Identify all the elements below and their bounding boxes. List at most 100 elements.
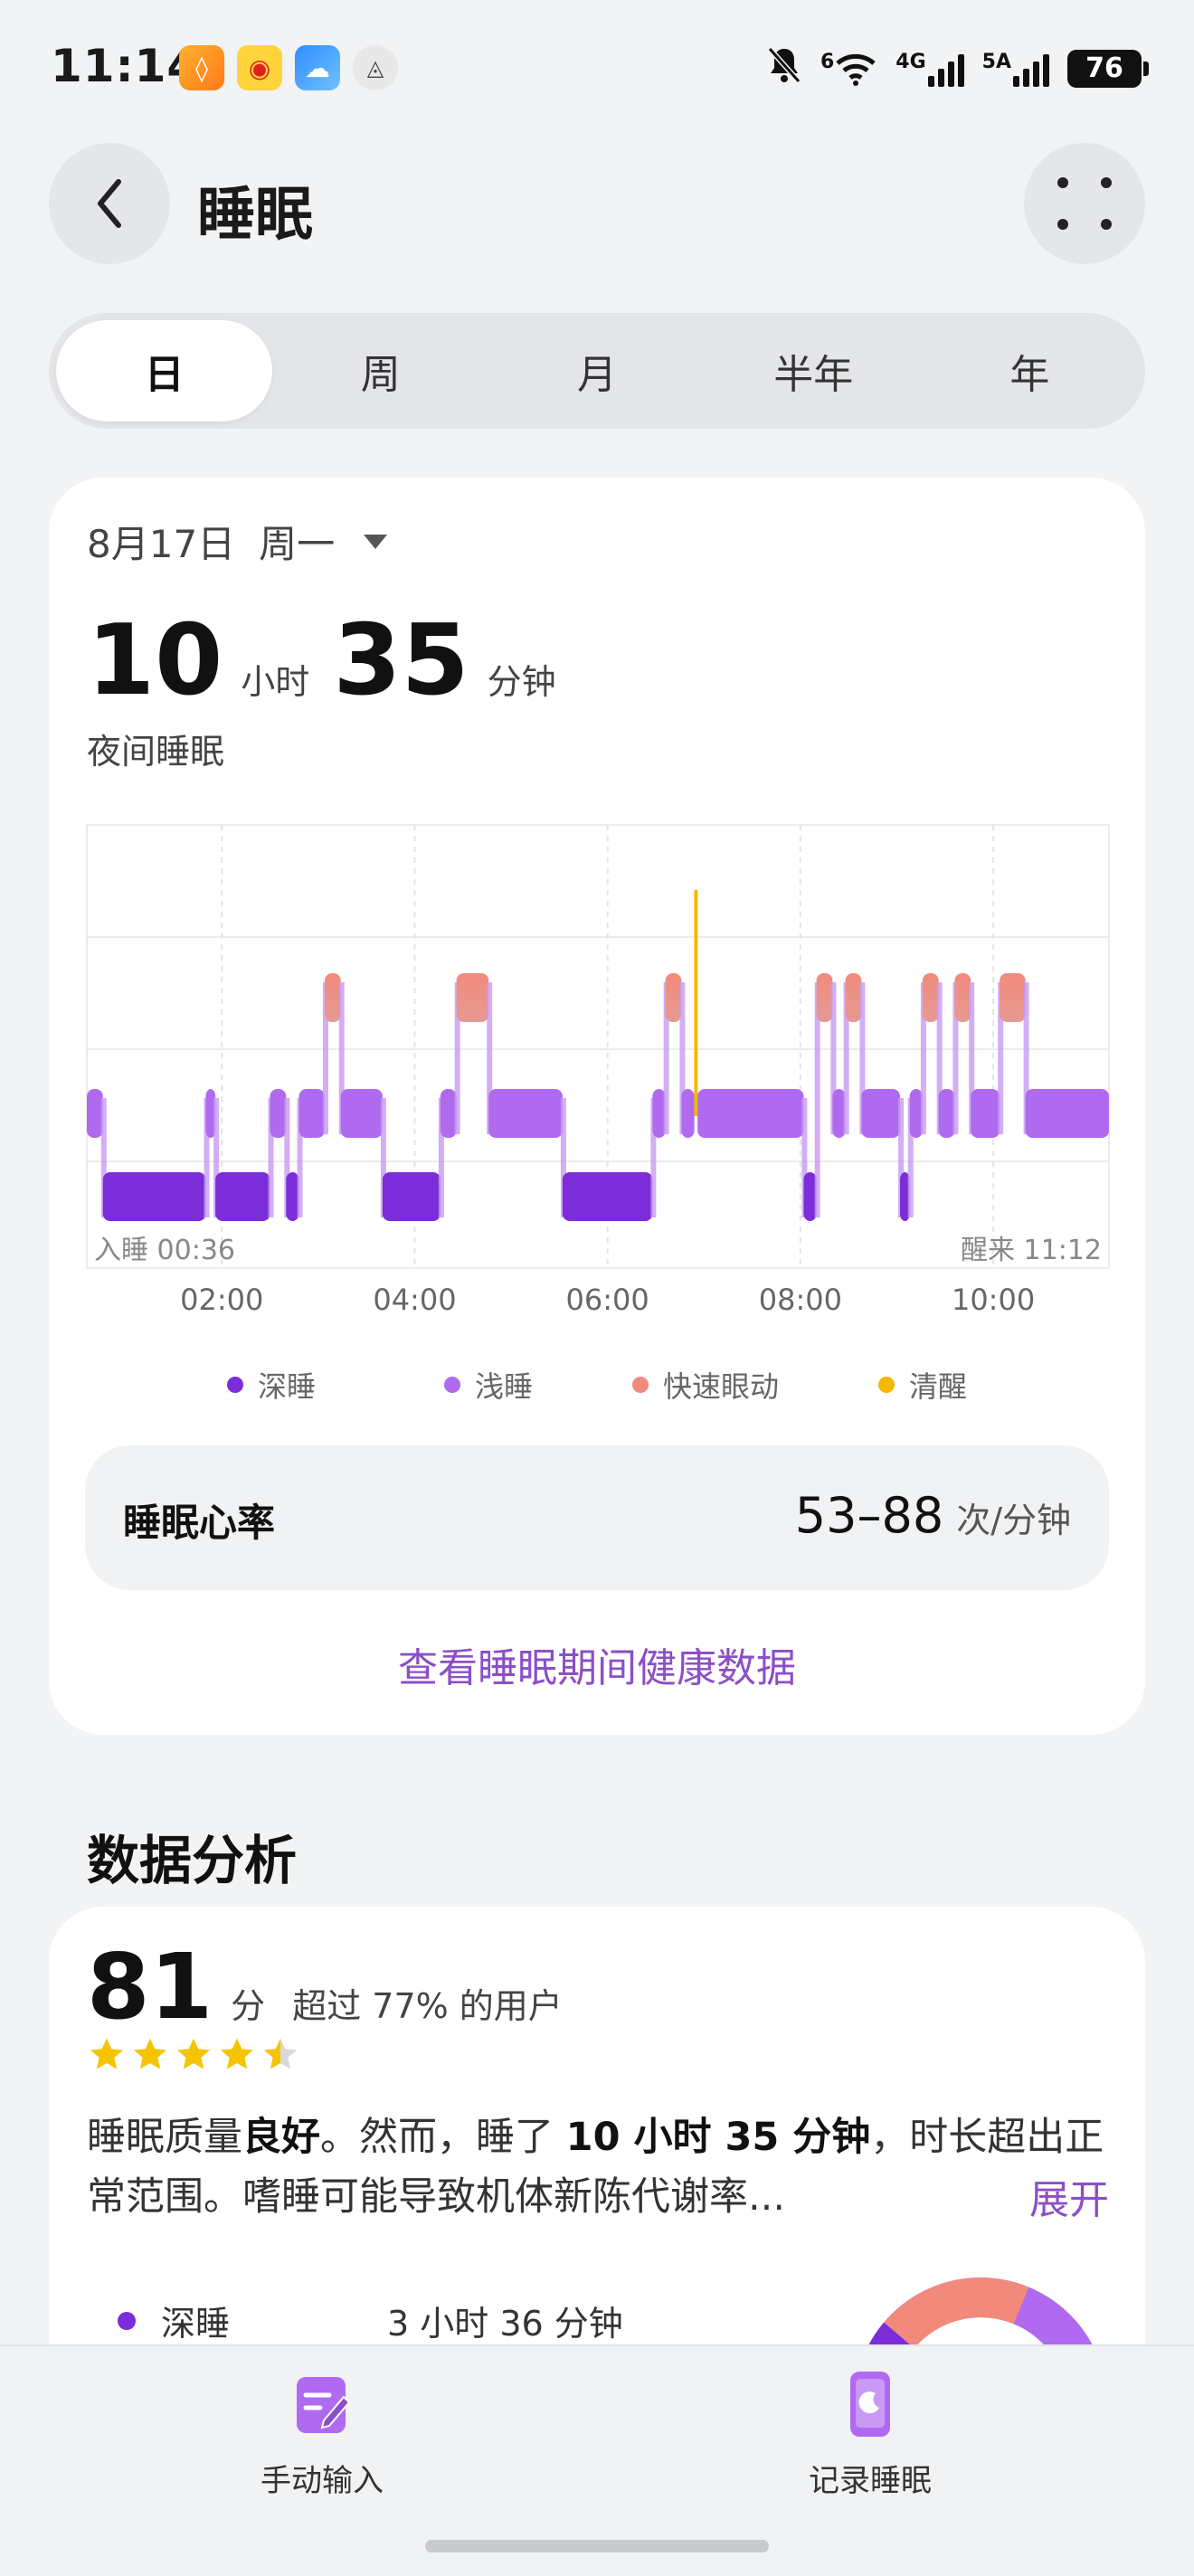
chart-bar-deep — [382, 1172, 441, 1221]
manual-input-button[interactable]: 手动输入 — [186, 2370, 458, 2500]
wake-time-label: 醒来 11:12 — [961, 1235, 1102, 1266]
signal-icon-1: 4G — [896, 50, 964, 87]
weibo-icon: ◉ — [237, 45, 282, 90]
tab-month[interactable]: 月 — [488, 320, 705, 421]
legend-item-rem: 快速眼动 — [597, 1364, 814, 1406]
chart-bar-light — [440, 1089, 457, 1138]
chart-legend: 深睡 浅睡 快速眼动 清醒 — [49, 1364, 1145, 1406]
network-type: 5A — [981, 50, 1011, 73]
legend-item-awake: 清醒 — [814, 1364, 1031, 1406]
legend-dot — [631, 1377, 649, 1393]
edit-note-icon — [297, 2377, 351, 2433]
tab-week[interactable]: 周 — [272, 320, 488, 421]
chevron-left-icon — [98, 179, 121, 228]
star-icon — [177, 2038, 210, 2069]
heart-rate-label: 睡眠心率 — [123, 1501, 276, 1545]
chart-bar-rem — [816, 973, 833, 1022]
status-time: 11:14 — [51, 40, 200, 92]
legend-dot — [226, 1377, 243, 1393]
x-tick-label: 04:00 — [373, 1283, 456, 1317]
sleep-stage-chart[interactable]: 02:00 04:00 06:00 08:00 10:00 入睡 00:36 醒来 11:1… — [49, 478, 1145, 1346]
tab-day[interactable]: 日 — [56, 320, 273, 421]
view-health-data-link[interactable]: 查看睡眠期间健康数据 — [49, 1635, 1145, 1693]
x-tick-label: 10:00 — [952, 1283, 1035, 1317]
legend-label: 浅睡 — [474, 1369, 533, 1404]
phone-moon-icon — [850, 2372, 890, 2437]
x-tick-label: 02:00 — [180, 1283, 263, 1317]
dot — [1057, 177, 1068, 188]
chart-bar-light — [1025, 1089, 1109, 1138]
star-icon — [134, 2038, 166, 2069]
chart-bar-light — [861, 1089, 901, 1138]
bell-muted-icon — [766, 45, 802, 91]
legend-dot — [877, 1377, 895, 1393]
wifi-badge: 6 — [820, 50, 835, 73]
chart-bar-deep — [102, 1172, 206, 1221]
chart-bar-light — [938, 1089, 955, 1138]
x-tick-label: 08:00 — [759, 1283, 842, 1317]
sleep-score: 81 分 超过 77% 的用户 — [87, 1934, 563, 2040]
chart-bar-light — [270, 1089, 287, 1138]
star-icon — [221, 2038, 253, 2069]
chart-bar-light — [697, 1089, 804, 1138]
chart-bar-awake — [694, 890, 698, 1116]
wifi-icon: 6 — [820, 51, 877, 87]
chart-bar-deep — [562, 1172, 653, 1221]
tab-half-year[interactable]: 半年 — [706, 320, 922, 421]
star-icon — [264, 2038, 297, 2069]
score-value: 81 — [87, 1934, 213, 2040]
legend-label: 清醒 — [908, 1369, 967, 1404]
stage-dot — [118, 2311, 136, 2330]
manual-input-label: 手动输入 — [261, 2463, 384, 2499]
chart-bar-rem — [324, 973, 341, 1022]
expand-button[interactable]: 展开 — [1019, 2167, 1109, 2225]
dot — [1101, 219, 1112, 230]
star-rating — [87, 2035, 300, 2075]
chart-bar-rem — [922, 973, 939, 1022]
chart-bar-light — [681, 1089, 695, 1138]
star-icon — [90, 2038, 123, 2069]
back-button[interactable] — [49, 143, 170, 264]
x-tick-label: 06:00 — [566, 1283, 649, 1317]
record-sleep-button[interactable]: 记录睡眠 — [734, 2370, 1006, 2500]
chart-bar-deep — [803, 1172, 817, 1221]
chart-bar-rem — [845, 973, 862, 1022]
stage-row-deep: 深睡 3 小时 36 分钟 — [87, 2296, 623, 2345]
score-unit: 分 — [231, 1986, 266, 2026]
chart-bar-light — [971, 1089, 1000, 1138]
stage-label: 深睡 — [161, 2304, 231, 2344]
chart-bar-light — [652, 1089, 666, 1138]
chart-bar-rem — [954, 973, 971, 1022]
heart-rate-unit: 次/分钟 — [956, 1501, 1071, 1540]
tab-year[interactable]: 年 — [922, 320, 1138, 421]
app-notification-icon: ◊ — [179, 45, 224, 90]
legend-label: 快速眼动 — [662, 1369, 779, 1404]
dot — [1101, 177, 1112, 188]
sleep-start-label: 入睡 00:36 — [94, 1235, 235, 1266]
signal-icon-2: 5A — [982, 51, 1049, 87]
status-bar: 11:14 ◊ ◉ ☁ ◬ 6 4G 5A 76 — [0, 0, 1194, 136]
page-title: 睡眠 — [197, 182, 313, 249]
heart-rate-value: 53–88 次/分钟 — [795, 1487, 1071, 1544]
legend-item-deep: 深睡 — [163, 1364, 380, 1406]
battery-icon: 76 — [1067, 49, 1149, 88]
sleep-heart-rate[interactable]: 睡眠心率 53–88 次/分钟 — [85, 1445, 1109, 1590]
chart-bar-light — [87, 1089, 103, 1138]
desc-text: 。然而，睡了 — [320, 2115, 566, 2160]
app-notification-icon: ◬ — [353, 45, 398, 90]
chart-bar-deep — [215, 1172, 270, 1221]
chart-bar-light — [909, 1089, 923, 1138]
chart-bar-light — [488, 1089, 563, 1138]
analysis-description: 睡眠质量良好。然而，睡了 10 小时 35 分钟，时长超出正常范围。嗜睡可能导致… — [87, 2107, 1118, 2227]
legend-item-light: 浅睡 — [380, 1364, 597, 1406]
status-indicators: 6 4G 5A 76 — [766, 45, 1149, 91]
record-sleep-label: 记录睡眠 — [809, 2463, 932, 2499]
home-indicator[interactable] — [425, 2540, 769, 2552]
score-percentile: 超过 77% 的用户 — [292, 1986, 563, 2026]
battery-level: 76 — [1085, 52, 1123, 84]
network-type: 4G — [896, 50, 926, 73]
more-options-button[interactable] — [1024, 143, 1145, 264]
desc-quality: 良好 — [242, 2115, 320, 2160]
chart-bar-rem — [665, 973, 682, 1022]
chart-bar-light — [298, 1089, 325, 1138]
